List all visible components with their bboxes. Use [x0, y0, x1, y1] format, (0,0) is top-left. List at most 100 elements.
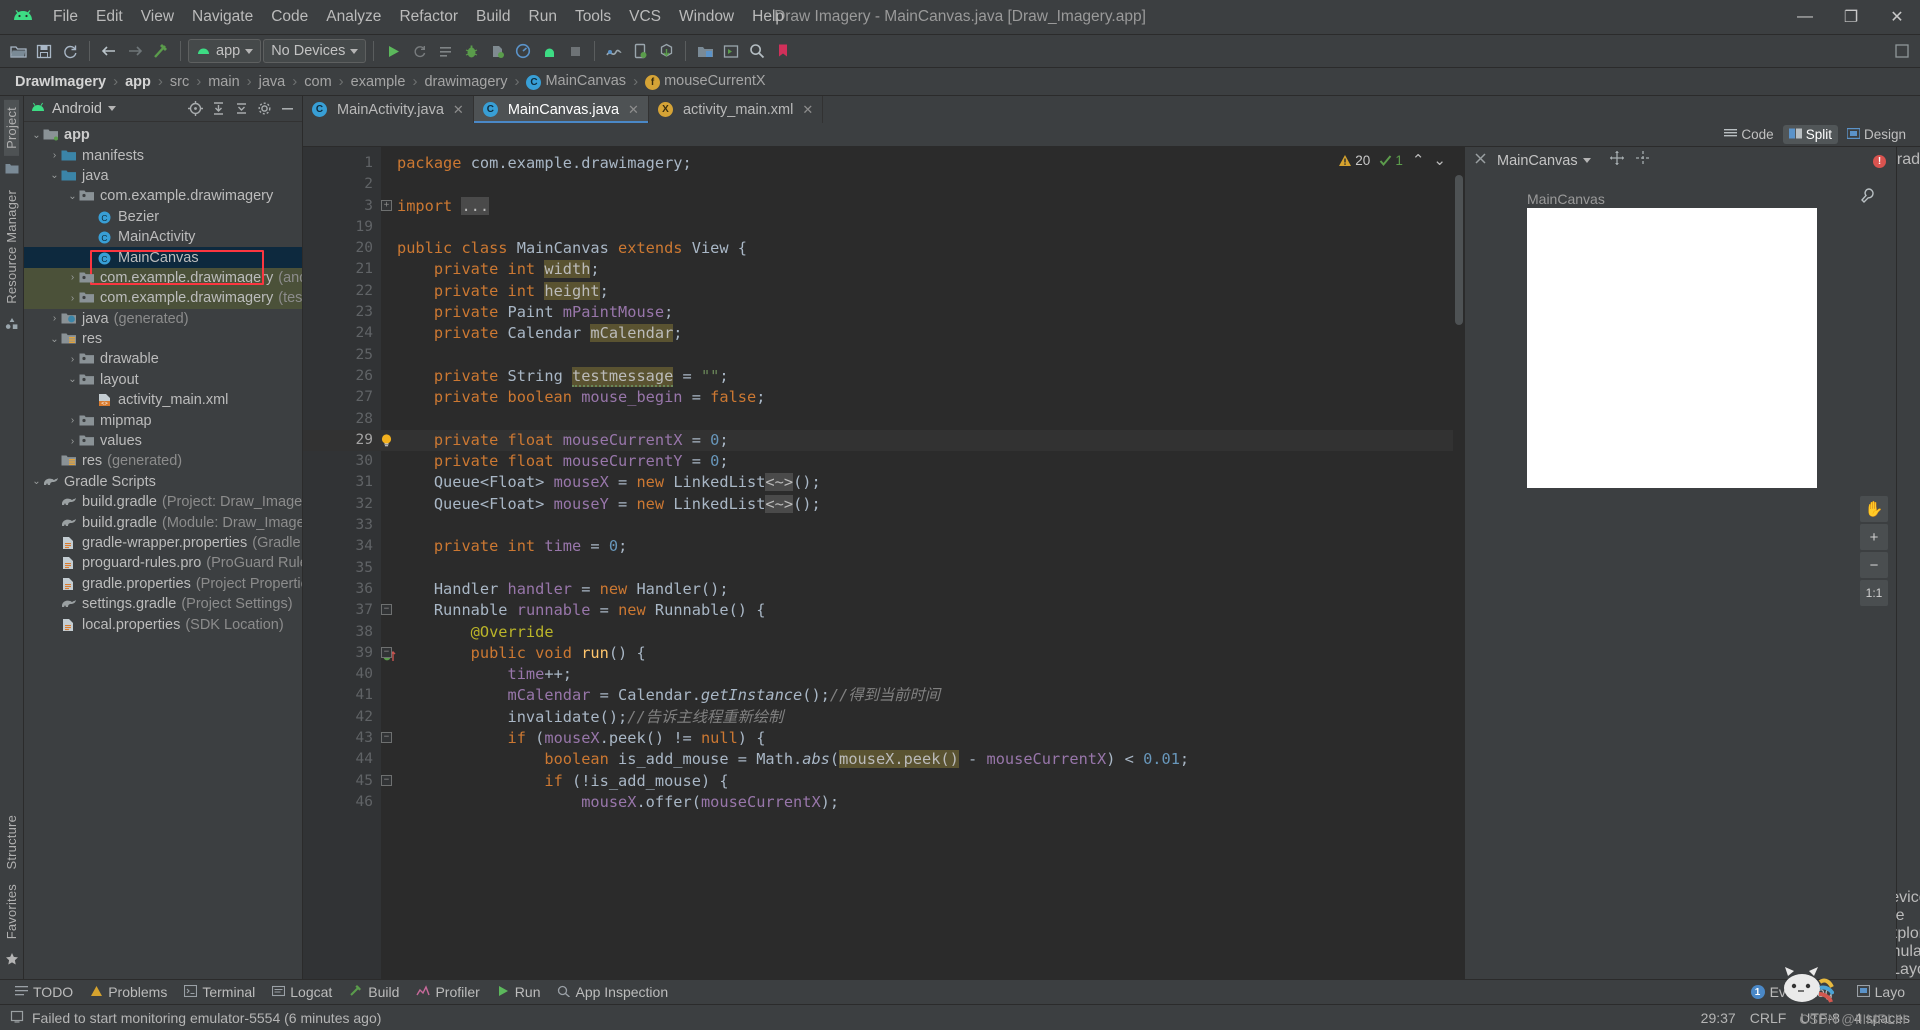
tree-item-gradle-properties[interactable]: gradle.properties(Project Properties	[24, 574, 302, 594]
tool-window-event-log[interactable]: 1 Event Log	[1744, 982, 1840, 1002]
tree-item-com-example-drawimagery[interactable]: ⌄ com.example.drawimagery	[24, 186, 302, 206]
line-number[interactable]: 41	[303, 685, 381, 706]
tool-window-app-inspection[interactable]: App Inspection	[550, 982, 675, 1002]
tree-item-build-gradle[interactable]: build.gradle(Project: Draw_Imagery)	[24, 492, 302, 512]
breadcrumb-item-main[interactable]: main	[205, 74, 242, 90]
tree-disclosure-arrow[interactable]: ⌄	[66, 191, 79, 202]
tree-item-gradle-scripts[interactable]: ⌄ Gradle Scripts	[24, 472, 302, 492]
chevron-down-icon-project[interactable]	[107, 106, 116, 111]
code-line[interactable]: if (!is_add_mouse) {	[381, 771, 1464, 792]
mode-button-split[interactable]: Split	[1782, 125, 1838, 144]
menu-analyze[interactable]: Analyze	[317, 5, 390, 29]
line-number[interactable]: 43−	[303, 728, 392, 749]
tree-disclosure-arrow[interactable]: ›	[66, 436, 79, 447]
rail-project[interactable]: Project	[4, 100, 19, 156]
profile-icon[interactable]	[511, 39, 535, 63]
code-line[interactable]	[381, 345, 1464, 366]
code-line[interactable]: invalidate();//告诉主线程重新绘制	[381, 707, 1464, 728]
breadcrumb-item-example[interactable]: example	[348, 74, 409, 90]
line-number[interactable]: 2	[303, 174, 381, 195]
apply-changes-icon[interactable]	[433, 39, 457, 63]
code-line[interactable]	[381, 174, 1464, 195]
mode-button-code[interactable]: Code	[1718, 125, 1779, 144]
tree-item-mipmap[interactable]: › mipmap	[24, 410, 302, 430]
code-scrollbar[interactable]	[1453, 147, 1464, 979]
tree-disclosure-arrow[interactable]: ⌄	[48, 334, 61, 345]
tree-item-java[interactable]: › java (generated)	[24, 309, 302, 329]
menu-navigate[interactable]: Navigate	[183, 5, 262, 29]
menu-view[interactable]: View	[132, 5, 183, 29]
code-line[interactable]: private float mouseCurrentY = 0;	[381, 451, 1464, 472]
breadcrumb-item-app[interactable]: app	[122, 74, 154, 90]
code-line[interactable]: private Calendar mCalendar;	[381, 323, 1464, 344]
menu-tools[interactable]: Tools	[566, 5, 620, 29]
code-line[interactable]: private int width;	[381, 259, 1464, 280]
code-line[interactable]: private Paint mPaintMouse;	[381, 302, 1464, 323]
tree-disclosure-arrow[interactable]: ›	[66, 415, 79, 426]
code-line[interactable]: boolean is_add_mouse = Math.abs(mouseX.p…	[381, 749, 1464, 770]
sdk-download-icon[interactable]	[654, 39, 678, 63]
code-line[interactable]: public void run() {	[381, 643, 1464, 664]
next-problem-arrow[interactable]: ⌄	[1433, 151, 1446, 169]
tree-disclosure-arrow[interactable]: ⌄	[30, 476, 43, 487]
line-number[interactable]: 3 +	[303, 196, 392, 217]
tree-disclosure-arrow[interactable]: ⌄	[30, 130, 43, 141]
line-number-gutter[interactable]: 1 2 3 +19 20 21 22 23 24 25 26 27 28 29 30 31 32 33 34 35 36…	[303, 147, 396, 979]
line-number[interactable]: 31	[303, 472, 381, 493]
device-preview-surface[interactable]	[1527, 208, 1817, 488]
forward-arrow-icon[interactable]	[123, 39, 147, 63]
tree-item-build-gradle[interactable]: build.gradle(Module: Draw_Imagery.	[24, 512, 302, 532]
expand-selection-icon[interactable]	[233, 100, 250, 117]
tool-window-layo[interactable]: Layo	[1850, 982, 1912, 1002]
line-number[interactable]: 22	[303, 281, 381, 302]
line-number[interactable]: 24	[303, 323, 381, 344]
menu-edit[interactable]: Edit	[87, 5, 132, 29]
tree-disclosure-arrow[interactable]: ⌄	[66, 374, 79, 385]
status-message[interactable]: Failed to start monitoring emulator-5554…	[32, 1010, 381, 1026]
tree-item-layout[interactable]: ⌄ layout	[24, 370, 302, 390]
tree-disclosure-arrow[interactable]: ›	[66, 272, 79, 283]
code-line[interactable]: private boolean mouse_begin = false;	[381, 387, 1464, 408]
hide-panel-icon[interactable]	[279, 100, 296, 117]
device-selector[interactable]: No Devices	[263, 39, 367, 63]
search-icon[interactable]	[745, 39, 769, 63]
breadcrumb-item-maincanvas[interactable]: C MainCanvas	[523, 73, 629, 90]
tree-item-local-properties[interactable]: local.properties (SDK Location)	[24, 614, 302, 634]
line-number[interactable]: 29	[303, 429, 381, 452]
editor-tab-activity-main-xml[interactable]: Xactivity_main.xml ✕	[649, 96, 824, 123]
line-number[interactable]: 44	[303, 749, 381, 770]
line-number[interactable]: 46	[303, 792, 381, 813]
tree-item-activity-main-xml[interactable]: <> activity_main.xml	[24, 390, 302, 410]
line-separator[interactable]: CRLF	[1750, 1010, 1787, 1026]
code-line[interactable]: Handler handler = new Handler();	[381, 579, 1464, 600]
line-number[interactable]: 30	[303, 451, 381, 472]
code-line[interactable]	[381, 409, 1464, 430]
sdk-manager-icon[interactable]	[602, 39, 626, 63]
tree-item-com-example-drawimagery[interactable]: › com.example.drawimagery(test)	[24, 288, 302, 309]
move-icon[interactable]	[1635, 150, 1651, 171]
line-number[interactable]: 26	[303, 366, 381, 387]
tool-window-todo[interactable]: TODO	[8, 982, 80, 1002]
run-icon[interactable]	[381, 39, 405, 63]
tree-disclosure-arrow[interactable]: ⌄	[48, 170, 61, 181]
chevron-down-icon-preview[interactable]	[1582, 158, 1591, 163]
line-number[interactable]: 1	[303, 153, 381, 174]
target-icon[interactable]	[187, 100, 204, 117]
tree-disclosure-arrow[interactable]: ›	[66, 293, 79, 304]
tree-item-mainactivity[interactable]: C MainActivity	[24, 227, 302, 247]
tree-item-gradle-wrapper-properties[interactable]: gradle-wrapper.properties(Gradle V	[24, 533, 302, 553]
zoom-in-button[interactable]: +	[1860, 524, 1888, 550]
tool-window-run[interactable]: Run	[490, 982, 548, 1002]
menu-code[interactable]: Code	[262, 5, 317, 29]
rail-structure[interactable]: Structure	[4, 808, 19, 877]
breadcrumb-item-drawimagery[interactable]: DrawImagery	[12, 74, 109, 90]
sync-icon[interactable]	[58, 39, 82, 63]
tool-window-logcat[interactable]: Logcat	[265, 982, 339, 1002]
tool-window-build[interactable]: Build	[342, 982, 406, 1002]
breadcrumb-item-src[interactable]: src	[167, 74, 192, 90]
line-number[interactable]: 19	[303, 217, 381, 238]
code-line[interactable]: time++;	[381, 664, 1464, 685]
mode-button-design[interactable]: Design	[1841, 125, 1912, 144]
tree-item-res[interactable]: res (generated)	[24, 451, 302, 471]
code-line[interactable]: private int height;	[381, 281, 1464, 302]
